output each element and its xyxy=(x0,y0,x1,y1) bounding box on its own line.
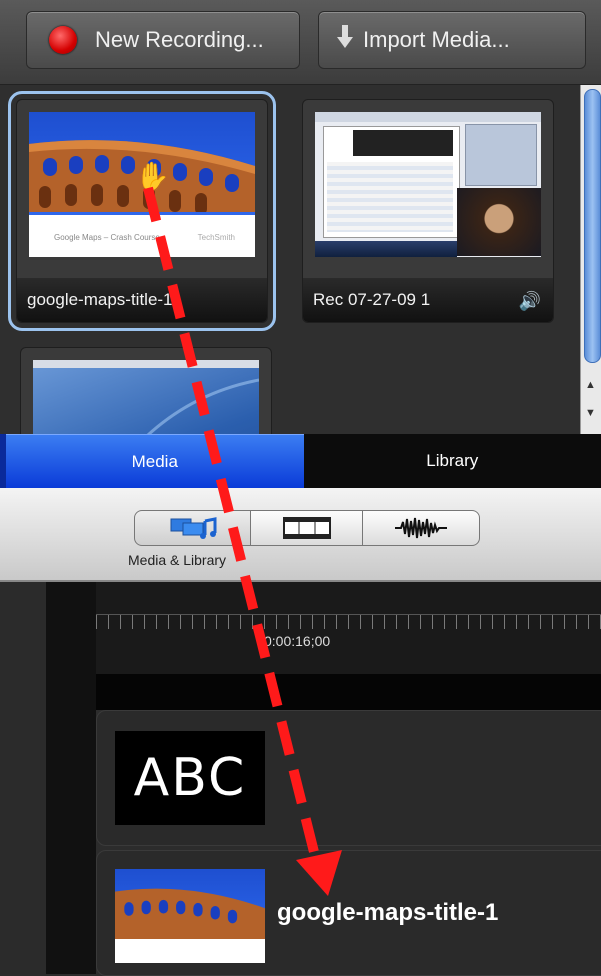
tab-media[interactable]: Media xyxy=(6,434,304,488)
import-media-button[interactable]: Import Media... xyxy=(318,11,586,69)
record-icon xyxy=(49,26,77,54)
text-clip-thumbnail: ABC xyxy=(115,731,265,825)
tile-caption: google-maps-title-1 xyxy=(17,278,267,322)
hand-cursor-icon: ✋ xyxy=(135,160,170,193)
view-switcher-bar: Media & Library xyxy=(0,488,601,582)
timeline-empty-row xyxy=(96,674,601,710)
new-recording-button[interactable]: New Recording... xyxy=(26,11,300,69)
view-mode-label: Media & Library xyxy=(128,552,226,568)
media-tile-recording[interactable]: Rec 07-27-09 1 🔊 xyxy=(302,99,554,323)
slide-text: Google Maps – Crash Course xyxy=(54,233,160,242)
tile-caption: Rec 07-27-09 1 xyxy=(303,278,553,322)
toolbar: New Recording... Import Media... xyxy=(0,0,601,85)
media-clip-thumbnail xyxy=(115,869,265,963)
speaker-icon: 🔊 xyxy=(519,291,541,312)
media-tile-google-maps-title[interactable]: Google Maps – Crash Course TechSmith goo… xyxy=(16,99,268,323)
media-library-view-button[interactable] xyxy=(134,510,252,546)
audio-waveform-icon xyxy=(393,516,449,540)
import-media-label: Import Media... xyxy=(363,27,510,53)
scrollbar-thumb[interactable] xyxy=(584,89,601,363)
scroll-down-arrow-icon[interactable]: ▼ xyxy=(585,407,596,419)
tab-library[interactable]: Library xyxy=(304,434,601,488)
screen-recording-thumbnail xyxy=(315,112,541,257)
scroll-up-arrow-icon[interactable]: ▲ xyxy=(585,379,596,391)
media-tile-desktop[interactable] xyxy=(20,347,272,435)
track-gutter xyxy=(46,582,96,974)
import-arrow-icon xyxy=(337,25,353,55)
slide-caption-band: Google Maps – Crash Course TechSmith xyxy=(29,215,255,257)
slide-text-right: TechSmith xyxy=(198,233,235,242)
media-clip-title: google-maps-title-1 xyxy=(277,899,498,927)
media-scrollbar[interactable]: ▲ ▼ xyxy=(580,85,601,435)
track-media-clip[interactable]: google-maps-title-1 xyxy=(96,850,601,976)
filmstrip-icon xyxy=(283,517,331,539)
filmstrip-view-button[interactable] xyxy=(250,510,364,546)
track-text-clip[interactable]: ABC xyxy=(96,710,601,846)
media-library-icon xyxy=(165,515,221,541)
new-recording-label: New Recording... xyxy=(95,27,264,53)
desktop-thumbnail xyxy=(33,360,259,435)
timecode-label: 0:00:16;00 xyxy=(264,633,330,649)
track-header-column xyxy=(0,582,47,974)
media-library-tabs: Media Library xyxy=(6,434,601,488)
media-grid: Google Maps – Crash Course TechSmith goo… xyxy=(0,85,580,435)
audio-view-button[interactable] xyxy=(362,510,480,546)
